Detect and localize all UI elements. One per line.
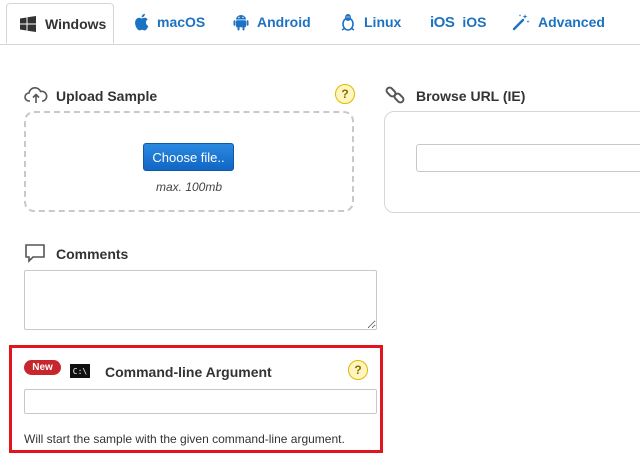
tab-label: macOS	[157, 14, 206, 30]
tab-label: Advanced	[538, 14, 605, 30]
command-line-input[interactable]	[24, 389, 377, 414]
linux-icon	[340, 13, 356, 31]
magic-wand-icon	[512, 13, 530, 31]
os-tab-bar: Windows macOS Android Linux iOS iOS Adva…	[0, 0, 640, 45]
windows-icon	[19, 15, 37, 32]
tab-android[interactable]: Android	[233, 0, 311, 44]
apple-icon	[133, 13, 149, 31]
choose-file-button[interactable]: Choose file..	[143, 143, 234, 171]
comments-textarea[interactable]	[24, 270, 377, 330]
browse-url-input[interactable]	[416, 144, 640, 172]
comments-label: Comments	[56, 246, 129, 262]
command-line-help-icon[interactable]: ?	[348, 360, 368, 380]
link-icon	[384, 84, 406, 111]
tab-linux[interactable]: Linux	[340, 0, 401, 44]
command-line-hint: Will start the sample with the given com…	[24, 432, 345, 446]
tab-advanced[interactable]: Advanced	[512, 0, 605, 44]
max-size-note: max. 100mb	[155, 180, 223, 194]
android-icon	[233, 13, 249, 31]
tab-label: iOS	[462, 14, 487, 30]
upload-sample-label: Upload Sample	[56, 88, 158, 104]
tab-ios[interactable]: iOS iOS	[430, 0, 486, 44]
tab-label: Windows	[45, 15, 107, 32]
tab-label: Android	[257, 14, 311, 30]
ios-icon: iOS	[430, 13, 455, 31]
browse-url-label: Browse URL (IE)	[416, 88, 526, 104]
upload-help-icon[interactable]: ?	[335, 84, 355, 104]
tab-windows[interactable]: Windows	[6, 3, 114, 44]
terminal-icon: C:\	[70, 364, 90, 378]
comment-icon	[24, 243, 46, 268]
command-line-label: Command-line Argument	[105, 364, 272, 380]
tab-macos[interactable]: macOS	[133, 0, 205, 44]
cloud-upload-icon	[24, 86, 48, 109]
tab-label: Linux	[364, 14, 402, 30]
new-badge: New	[24, 360, 61, 375]
